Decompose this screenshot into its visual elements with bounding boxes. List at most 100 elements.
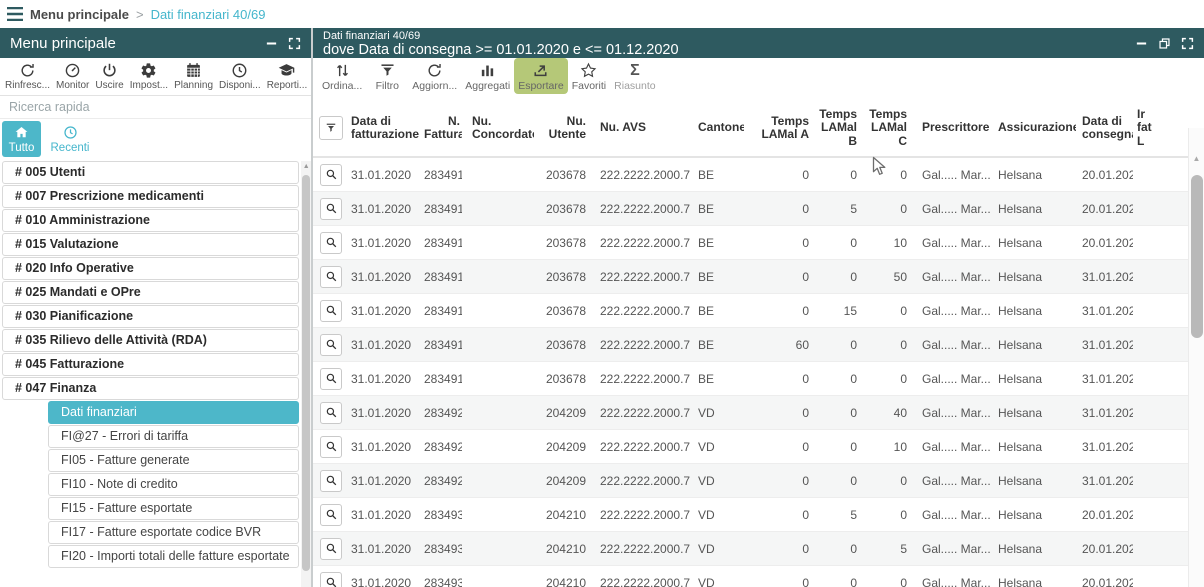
data-toolbar: Ordina... Filtro Aggiorn... Aggregati Es… xyxy=(313,58,1204,100)
row-detail-button[interactable] xyxy=(320,402,342,424)
row-detail-button[interactable] xyxy=(320,504,342,526)
table-row[interactable]: 31.01.2020 283493 204210 222.2222.2000.7… xyxy=(313,566,1188,587)
favorites-button[interactable]: Favoriti xyxy=(568,58,610,94)
col-nu-avs[interactable]: Nu. AVS xyxy=(588,121,690,135)
col-data-consegna[interactable]: Data di consegna xyxy=(1076,115,1133,142)
col-clipped[interactable]: Ir fat L xyxy=(1133,108,1188,149)
search-input[interactable] xyxy=(0,96,311,118)
col-temps-lamal-a[interactable]: Temps LAMal A xyxy=(744,115,812,142)
menu-item[interactable]: Dati finanziari xyxy=(48,401,299,424)
menu-item[interactable]: # 005 Utenti xyxy=(2,161,299,184)
filter-button[interactable]: Filtro xyxy=(366,58,408,94)
scrollbar-thumb[interactable] xyxy=(1191,175,1203,338)
breadcrumb-current[interactable]: Dati finanziari 40/69 xyxy=(151,7,266,22)
table-row[interactable]: 31.01.2020 283491 203678 222.2222.2000.7… xyxy=(313,158,1188,192)
hamburger-menu-icon[interactable] xyxy=(7,7,23,21)
table-row[interactable]: 31.01.2020 283491 203678 222.2222.2000.7… xyxy=(313,328,1188,362)
col-data-fatturazione[interactable]: Data di fatturazione xyxy=(348,115,424,142)
menu-panel: Menu principale Rinfresc... Monitor Usci… xyxy=(0,28,311,587)
col-cantone[interactable]: Cantone xyxy=(690,121,744,135)
col-temps-lamal-c[interactable]: Temps LAMal C xyxy=(860,108,910,149)
row-detail-button[interactable] xyxy=(320,266,342,288)
scroll-up-icon[interactable]: ▲ xyxy=(301,161,311,173)
menu-tabs: Tutto Recenti xyxy=(0,119,311,159)
planning-button[interactable]: Planning xyxy=(171,60,216,91)
cell-n-fattura: 283491 xyxy=(424,168,462,182)
menu-item[interactable]: FI17 - Fatture esportate codice BVR xyxy=(48,521,299,544)
restore-icon[interactable] xyxy=(1157,36,1171,50)
refresh-button[interactable]: Aggiorn... xyxy=(408,58,461,94)
cell-prescrittore: Gal..... Mar... xyxy=(910,474,990,488)
cell-temps-lamal-b: 0 xyxy=(812,576,860,587)
breadcrumb-root[interactable]: Menu principale xyxy=(30,7,129,22)
refresh-icon xyxy=(19,62,36,79)
table-row[interactable]: 31.01.2020 283491 203678 222.2222.2000.7… xyxy=(313,192,1188,226)
refresh-button[interactable]: Rinfresc... xyxy=(2,60,53,91)
cell-temps-lamal-a: 0 xyxy=(744,542,812,556)
minimize-icon[interactable] xyxy=(264,36,278,50)
menu-item[interactable]: FI@27 - Errori di tariffa xyxy=(48,425,299,448)
settings-button[interactable]: Impost... xyxy=(127,60,171,91)
menu-item[interactable]: # 015 Valutazione xyxy=(2,233,299,256)
tab-recenti[interactable]: Recenti xyxy=(41,121,99,157)
menu-item[interactable]: FI10 - Note di credito xyxy=(48,473,299,496)
export-button[interactable]: Esportare xyxy=(514,58,568,94)
menu-item[interactable]: # 007 Prescrizione medicamenti xyxy=(2,185,299,208)
table-row[interactable]: 31.01.2020 283492 204209 222.2222.2000.7… xyxy=(313,396,1188,430)
table-row[interactable]: 31.01.2020 283492 204209 222.2222.2000.7… xyxy=(313,430,1188,464)
tab-tutto[interactable]: Tutto xyxy=(2,121,41,157)
table-row[interactable]: 31.01.2020 283491 203678 222.2222.2000.7… xyxy=(313,260,1188,294)
menu-item[interactable]: # 025 Mandati e OPre xyxy=(2,281,299,304)
menu-item-label: # 020 Info Operative xyxy=(15,261,134,275)
row-detail-button[interactable] xyxy=(320,436,342,458)
menu-item[interactable]: FI20 - Importi totali delle fatture espo… xyxy=(48,545,299,568)
row-detail-button[interactable] xyxy=(320,572,342,587)
table-row[interactable]: 31.01.2020 283491 203678 222.2222.2000.7… xyxy=(313,226,1188,260)
row-detail-button[interactable] xyxy=(320,368,342,390)
toolbar-label: Rinfresc... xyxy=(5,80,50,91)
scrollbar-thumb[interactable] xyxy=(302,175,310,571)
row-detail-button[interactable] xyxy=(320,334,342,356)
reporting-button[interactable]: Reporti... xyxy=(264,60,311,91)
sort-button[interactable]: Ordina... xyxy=(318,58,366,94)
col-nu-concordato[interactable]: Nu. Concordato xyxy=(462,115,534,142)
menu-item[interactable]: # 047 Finanza xyxy=(2,377,299,400)
monitor-button[interactable]: Monitor xyxy=(53,60,92,91)
menu-item[interactable]: FI15 - Fatture esportate xyxy=(48,497,299,520)
menu-item[interactable]: # 035 Rilievo delle Attività (RDA) xyxy=(2,329,299,352)
col-n-fattura[interactable]: N. Fattura xyxy=(424,115,462,142)
menu-scrollbar[interactable]: ▲ xyxy=(301,161,311,587)
header-filter-button[interactable] xyxy=(319,116,343,140)
menu-item[interactable]: FI05 - Fatture generate xyxy=(48,449,299,472)
table-row[interactable]: 31.01.2020 283491 203678 222.2222.2000.7… xyxy=(313,294,1188,328)
table-row[interactable]: 31.01.2020 283491 203678 222.2222.2000.7… xyxy=(313,362,1188,396)
fullscreen-icon[interactable] xyxy=(1180,36,1194,50)
table-row[interactable]: 31.01.2020 283493 204210 222.2222.2000.7… xyxy=(313,498,1188,532)
minimize-icon[interactable] xyxy=(1134,36,1148,50)
cell-cantone: VD xyxy=(690,474,744,488)
col-prescrittore[interactable]: Prescrittore xyxy=(910,121,990,135)
table-scrollbar[interactable]: ▲ xyxy=(1188,128,1204,587)
row-detail-button[interactable] xyxy=(320,470,342,492)
aggregates-button[interactable]: Aggregati xyxy=(461,58,514,94)
table-row[interactable]: 31.01.2020 283493 204210 222.2222.2000.7… xyxy=(313,532,1188,566)
col-temps-lamal-b[interactable]: Temps LAMal B xyxy=(812,108,860,149)
summary-button[interactable]: Σ Riasunto xyxy=(610,58,659,94)
menu-item[interactable]: # 010 Amministrazione xyxy=(2,209,299,232)
row-detail-button[interactable] xyxy=(320,538,342,560)
row-detail-button[interactable] xyxy=(320,232,342,254)
table-row[interactable]: 31.01.2020 283492 204209 222.2222.2000.7… xyxy=(313,464,1188,498)
menu-item[interactable]: # 045 Fatturazione xyxy=(2,353,299,376)
menu-item[interactable]: # 020 Info Operative xyxy=(2,257,299,280)
row-detail-button[interactable] xyxy=(320,198,342,220)
menu-item[interactable]: # 030 Pianificazione xyxy=(2,305,299,328)
exit-button[interactable]: Uscire xyxy=(92,60,126,91)
row-detail-button[interactable] xyxy=(320,164,342,186)
availability-button[interactable]: Disponi... xyxy=(216,60,264,91)
fullscreen-icon[interactable] xyxy=(287,36,301,50)
scroll-up-icon[interactable]: ▲ xyxy=(1189,154,1204,164)
col-nu-utente[interactable]: Nu. Utente xyxy=(534,115,588,142)
row-detail-button[interactable] xyxy=(320,300,342,322)
cell-data-consegna: 31.01.2020 xyxy=(1076,338,1133,352)
col-assicurazione[interactable]: Assicurazione xyxy=(990,121,1076,135)
